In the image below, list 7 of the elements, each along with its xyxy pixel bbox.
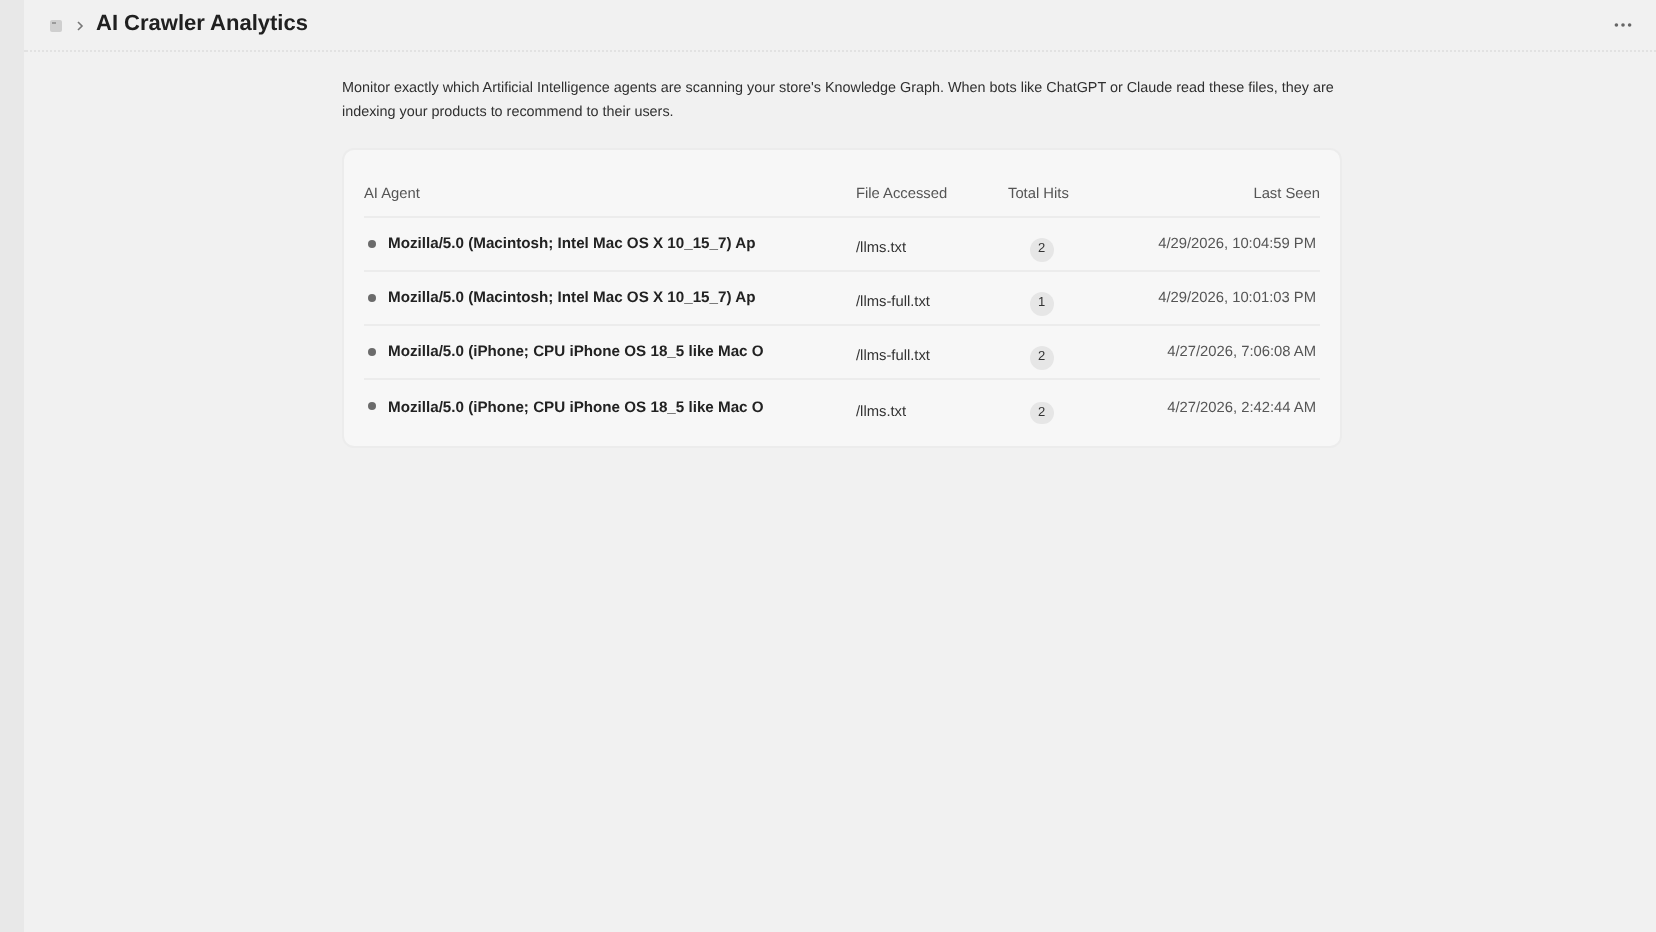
status-dot (368, 293, 376, 302)
chevron-icon (76, 19, 84, 31)
more-icon[interactable] (1614, 22, 1632, 28)
status-dot (368, 239, 376, 248)
page-title: AI Crawler Analytics (96, 10, 308, 41)
status-dot (368, 402, 376, 411)
status-dot (368, 347, 376, 356)
